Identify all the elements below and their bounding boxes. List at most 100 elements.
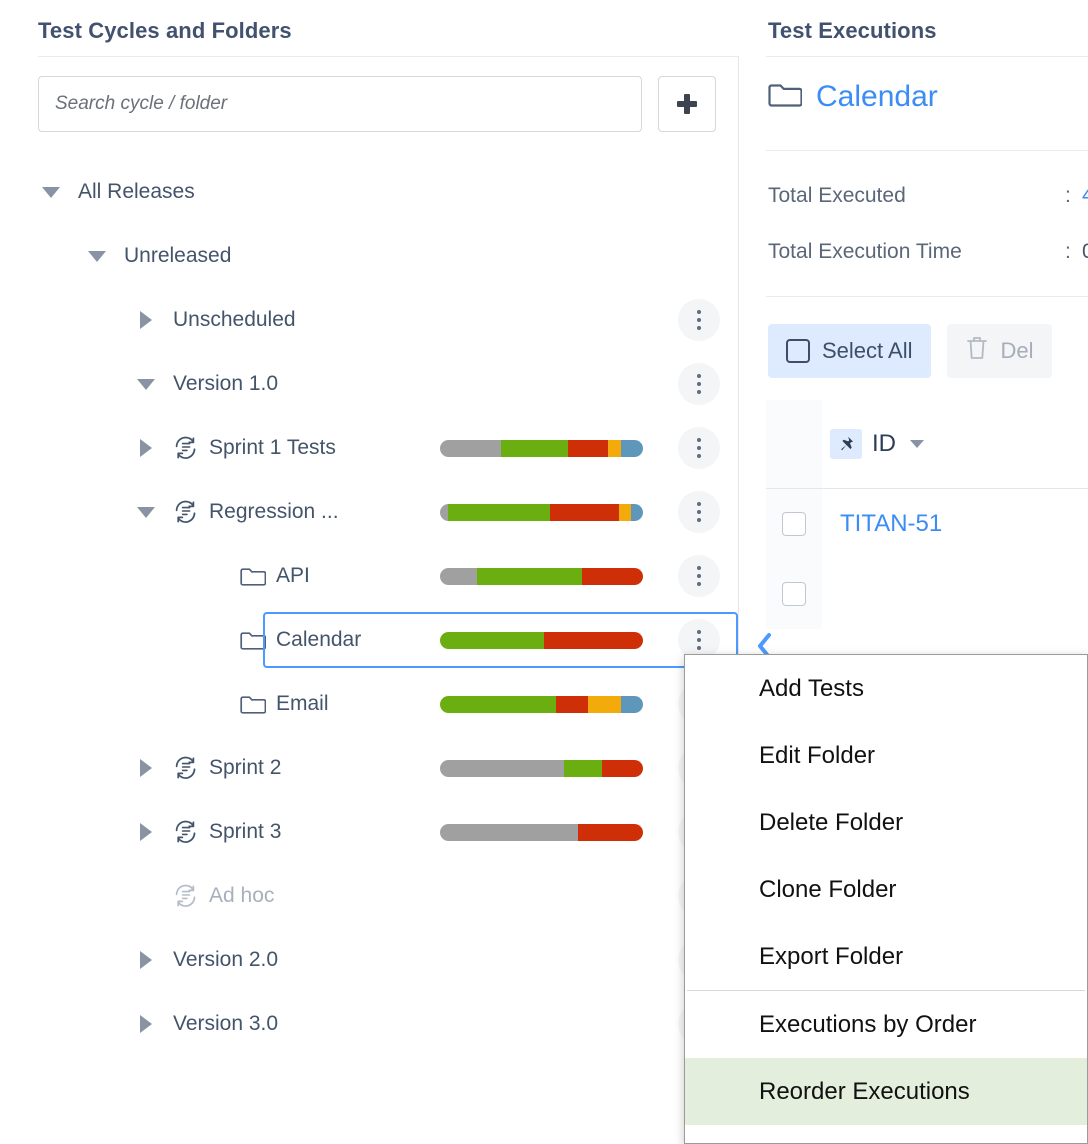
status-bar-segment — [550, 504, 619, 521]
select-all-button[interactable]: Select All — [768, 324, 931, 378]
tree-row-label: Email — [276, 692, 329, 716]
tree-twisty-placeholder — [200, 627, 226, 653]
search-input[interactable] — [38, 76, 642, 132]
status-bar-segment — [621, 440, 643, 457]
collapse-twisty-icon[interactable] — [38, 179, 64, 205]
kebab-dot — [697, 446, 701, 450]
expand-twisty-icon[interactable] — [133, 755, 159, 781]
stat-value: 0 — [1082, 240, 1088, 264]
row-actions-button[interactable] — [678, 491, 720, 533]
row-checkbox-cell[interactable] — [766, 489, 822, 559]
select-all-checkbox[interactable] — [786, 339, 810, 363]
kebab-dot — [697, 454, 701, 458]
select-all-label: Select All — [822, 338, 913, 364]
current-folder-name: Calendar — [816, 80, 938, 114]
table-header-id[interactable]: ID — [822, 400, 1088, 488]
row-checkbox[interactable] — [782, 512, 806, 536]
row-actions-button[interactable] — [678, 299, 720, 341]
kebab-dot — [697, 638, 701, 642]
cycle-icon — [173, 820, 199, 844]
expand-twisty-icon[interactable] — [133, 1011, 159, 1037]
add-cycle-button[interactable] — [658, 76, 716, 132]
row-actions-button[interactable] — [678, 555, 720, 597]
delete-button[interactable]: Del — [947, 324, 1052, 378]
tree-row-label: Version 3.0 — [173, 1012, 278, 1036]
tree-row[interactable]: Version 2.0 — [0, 928, 738, 992]
table-header-checkbox-cell — [766, 400, 822, 488]
stat-label: Total Executed — [768, 184, 906, 207]
status-bar-segment — [440, 824, 578, 841]
kebab-dot — [697, 374, 701, 378]
tree-row[interactable]: Version 3.0 — [0, 992, 738, 1056]
cycle-folder-tree: All Releases UnreleasedUnscheduled Version… — [0, 160, 738, 1056]
status-bar-segment — [568, 440, 609, 457]
status-bar-segment — [477, 568, 583, 585]
status-bar-segment — [440, 632, 544, 649]
table-row[interactable]: TITAN-51 — [766, 489, 1088, 559]
kebab-dot — [697, 318, 701, 322]
table-body: TITAN-51 — [766, 489, 1088, 629]
tree-row[interactable]: Sprint 3 — [0, 800, 738, 864]
tree-row[interactable]: Regression ... — [0, 480, 738, 544]
kebab-dot — [697, 326, 701, 330]
stat-label: Total Execution Time — [768, 240, 962, 263]
row-actions-button[interactable] — [678, 427, 720, 469]
tree-row-label: Version 2.0 — [173, 948, 278, 972]
kebab-dot — [697, 518, 701, 522]
collapse-twisty-icon[interactable] — [133, 499, 159, 525]
tree-row[interactable]: Ad hoc — [0, 864, 738, 928]
triangle-glyph — [42, 187, 60, 198]
status-bar-segment — [440, 696, 556, 713]
expand-twisty-icon[interactable] — [133, 307, 159, 333]
row-actions-button[interactable] — [678, 363, 720, 405]
folder-icon — [240, 694, 266, 715]
cycle-icon — [173, 884, 199, 908]
collapse-twisty-icon[interactable] — [133, 371, 159, 397]
expand-twisty-icon[interactable] — [133, 947, 159, 973]
kebab-dot — [697, 566, 701, 570]
tree-row[interactable]: Unscheduled — [0, 288, 738, 352]
triangle-glyph — [140, 951, 152, 969]
execution-status-bar — [440, 504, 643, 521]
pin-icon[interactable] — [830, 429, 862, 459]
status-bar-segment — [608, 440, 620, 457]
row-checkbox-cell[interactable] — [766, 559, 822, 629]
triangle-glyph — [140, 759, 152, 777]
tree-row-label: All Releases — [78, 180, 195, 204]
tree-row[interactable]: Email — [0, 672, 738, 736]
expand-twisty-icon[interactable] — [133, 819, 159, 845]
tree-twisty-placeholder — [200, 563, 226, 589]
tree-row[interactable]: Calendar — [0, 608, 738, 672]
chevron-down-icon[interactable] — [910, 440, 924, 448]
status-bar-segment — [619, 504, 631, 521]
context-menu-item[interactable]: Edit Folder — [685, 722, 1087, 789]
tree-row-label: Sprint 3 — [209, 820, 281, 844]
tree-row[interactable]: Version 1.0 — [0, 352, 738, 416]
row-checkbox[interactable] — [782, 582, 806, 606]
tree-row[interactable]: Unreleased — [0, 224, 738, 288]
tree-row[interactable]: Sprint 1 Tests — [0, 416, 738, 480]
context-menu-item[interactable]: Clone Folder — [685, 856, 1087, 923]
tree-row[interactable]: API — [0, 544, 738, 608]
context-menu-item[interactable]: Reorder Executions — [685, 1058, 1087, 1125]
tree-row-label: Ad hoc — [209, 884, 274, 908]
tree-row[interactable]: Sprint 2 — [0, 736, 738, 800]
context-menu-item[interactable]: Add Tests — [685, 655, 1087, 722]
execution-id-link[interactable]: TITAN-51 — [822, 510, 1088, 538]
executions-table: ID TITAN-51 — [766, 400, 1088, 629]
context-menu-item[interactable]: Delete Folder — [685, 789, 1087, 856]
tree-row-label: Version 1.0 — [173, 372, 278, 396]
tree-row-label: Regression ... — [209, 500, 339, 524]
collapse-twisty-icon[interactable] — [84, 243, 110, 269]
stats-divider — [766, 296, 1088, 297]
context-menu-item[interactable]: Executions by Order — [685, 991, 1087, 1058]
table-row[interactable] — [766, 559, 1088, 629]
status-bar-segment — [588, 696, 620, 713]
folder-header-divider — [766, 150, 1088, 151]
kebab-dot — [697, 438, 701, 442]
tree-row[interactable]: All Releases — [0, 160, 738, 224]
triangle-glyph — [140, 823, 152, 841]
expand-twisty-icon[interactable] — [133, 435, 159, 461]
context-menu-item[interactable]: Export Folder — [685, 923, 1087, 990]
folder-context-menu[interactable]: Add TestsEdit FolderDelete FolderClone F… — [684, 654, 1088, 1144]
